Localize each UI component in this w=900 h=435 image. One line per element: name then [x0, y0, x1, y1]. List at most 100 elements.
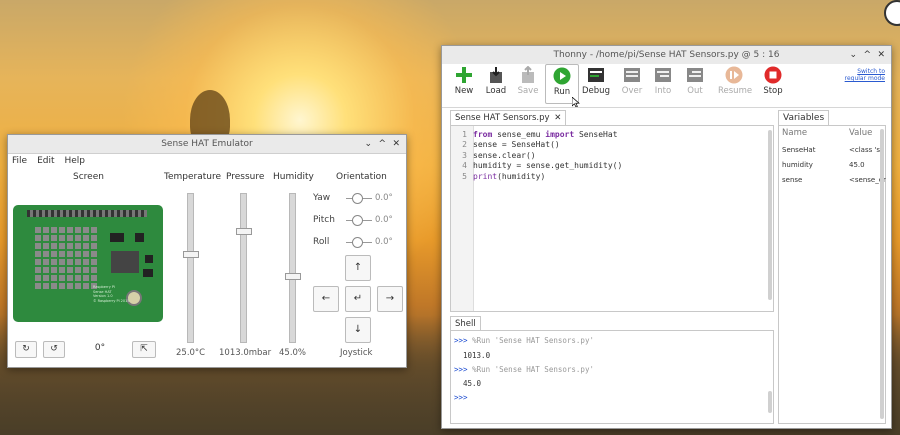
- sense-hat-emulator-window: Sense HAT Emulator ⌄ ^ ✕ File Edit Help …: [7, 134, 407, 368]
- led-pixel: [59, 283, 65, 289]
- code-editor[interactable]: 1 from sense_emu import SenseHat 2 sense =…: [450, 125, 774, 312]
- yaw-slider-knob[interactable]: [352, 193, 363, 204]
- sensor-chip: [145, 255, 153, 263]
- minimize-icon[interactable]: ⌄: [364, 135, 372, 153]
- shell-scrollbar[interactable]: [768, 391, 772, 413]
- pressure-slider[interactable]: [236, 193, 252, 343]
- led-pixel: [43, 227, 49, 233]
- led-pixel: [91, 275, 97, 281]
- step-out-button[interactable]: Out: [679, 66, 711, 96]
- joystick-right-button[interactable]: →: [377, 286, 403, 312]
- led-pixel: [51, 251, 57, 257]
- run-label: Run: [553, 87, 571, 97]
- switch-mode-link[interactable]: Switch to regular mode: [845, 68, 885, 82]
- joystick-up-button[interactable]: ↑: [345, 255, 371, 281]
- rotate-cw-button[interactable]: ↻: [15, 341, 37, 358]
- stop-button[interactable]: Stop: [757, 66, 789, 96]
- led-pixel: [67, 251, 73, 257]
- save-button[interactable]: Save: [512, 66, 544, 96]
- menu-edit[interactable]: Edit: [37, 156, 54, 166]
- load-button[interactable]: Load: [480, 66, 512, 96]
- led-pixel: [51, 275, 57, 281]
- led-pixel: [91, 259, 97, 265]
- sensor-chip: [135, 233, 144, 242]
- step-over-button[interactable]: Over: [616, 66, 648, 96]
- close-tab-icon[interactable]: ✕: [554, 113, 561, 123]
- screen-edge-button[interactable]: [884, 0, 900, 26]
- sensor-chip: [143, 269, 153, 277]
- save-icon: [522, 66, 534, 83]
- variable-name: humidity: [782, 161, 813, 169]
- variables-name-header: Name: [782, 128, 808, 138]
- led-pixel: [59, 243, 65, 249]
- load-label: Load: [485, 86, 507, 96]
- gpio-header: [27, 210, 147, 217]
- thonny-window: Thonny - /home/pi/Sense HAT Sensors.py @…: [441, 45, 892, 429]
- shell-output: 45.0: [463, 379, 482, 388]
- shell-tab[interactable]: Shell: [450, 316, 481, 331]
- led-pixel: [83, 267, 89, 273]
- humidity-slider[interactable]: [285, 193, 301, 343]
- joystick-left-button[interactable]: ←: [313, 286, 339, 312]
- led-pixel: [75, 251, 81, 257]
- led-pixel: [75, 235, 81, 241]
- toolbar: New Load Save Run Debug Over Into Out Re…: [442, 64, 891, 108]
- sense-hat-title: Sense HAT Emulator: [161, 139, 253, 149]
- variables-tab[interactable]: Variables: [778, 110, 830, 125]
- pitch-slider[interactable]: [346, 215, 372, 226]
- code-line: 1 from sense_emu import SenseHat: [462, 130, 618, 139]
- led-pixel: [35, 227, 41, 233]
- led-pixel: [83, 283, 89, 289]
- new-button[interactable]: New: [448, 66, 480, 96]
- step-over-label: Over: [621, 86, 643, 96]
- code-line: 5 print(humidity): [462, 171, 546, 181]
- code-line: 3 sense.clear(): [462, 150, 536, 160]
- led-pixel: [51, 267, 57, 273]
- mouse-cursor-icon: [572, 97, 580, 107]
- led-pixel: [67, 259, 73, 265]
- variables-scrollbar[interactable]: [880, 129, 884, 419]
- led-pixel: [75, 267, 81, 273]
- led-pixel: [43, 267, 49, 273]
- minimize-icon[interactable]: ⌄: [849, 46, 857, 64]
- menu-file[interactable]: File: [12, 156, 27, 166]
- led-pixel: [91, 235, 97, 241]
- joystick-enter-button[interactable]: ↵: [345, 286, 371, 312]
- shell-output: 1013.0: [463, 351, 491, 360]
- temperature-slider[interactable]: [183, 193, 199, 343]
- maximize-icon[interactable]: ^: [863, 46, 871, 64]
- led-pixel: [59, 251, 65, 257]
- editor-scrollbar[interactable]: [768, 130, 772, 300]
- led-pixel: [67, 267, 73, 273]
- debug-button[interactable]: Debug: [580, 66, 612, 96]
- variables-panel: Name Value SenseHat <class 'se humidity …: [778, 125, 886, 424]
- led-pixel: [83, 275, 89, 281]
- pressure-slider-thumb[interactable]: [236, 228, 252, 235]
- editor-tab[interactable]: Sense HAT Sensors.py ✕: [450, 110, 567, 125]
- rotate-ccw-button[interactable]: ↺: [43, 341, 65, 358]
- resume-label: Resume: [718, 86, 753, 96]
- step-into-button[interactable]: Into: [647, 66, 679, 96]
- temperature-slider-thumb[interactable]: [183, 251, 199, 258]
- shell-line: >>> %Run 'Sense HAT Sensors.py': [454, 365, 594, 374]
- flip-button[interactable]: ⇱: [132, 341, 156, 358]
- joystick-down-button[interactable]: ↓: [345, 317, 371, 343]
- stop-label: Stop: [763, 86, 783, 96]
- rotation-angle: 0°: [94, 343, 106, 353]
- pitch-slider-knob[interactable]: [352, 215, 363, 226]
- close-icon[interactable]: ✕: [392, 135, 400, 153]
- roll-slider[interactable]: [346, 237, 372, 248]
- led-pixel: [75, 227, 81, 233]
- humidity-slider-thumb[interactable]: [285, 273, 301, 280]
- debug-label: Debug: [582, 86, 610, 96]
- maximize-icon[interactable]: ^: [378, 135, 386, 153]
- resume-button[interactable]: Resume: [718, 66, 753, 96]
- shell-panel[interactable]: >>> %Run 'Sense HAT Sensors.py' 1013.0 >…: [450, 330, 774, 424]
- pitch-label: Pitch: [313, 215, 335, 225]
- roll-slider-knob[interactable]: [352, 237, 363, 248]
- yaw-slider[interactable]: [346, 193, 372, 204]
- close-icon[interactable]: ✕: [877, 46, 885, 64]
- temperature-header: Temperature: [164, 172, 222, 182]
- led-pixel: [35, 251, 41, 257]
- menu-help[interactable]: Help: [65, 156, 86, 166]
